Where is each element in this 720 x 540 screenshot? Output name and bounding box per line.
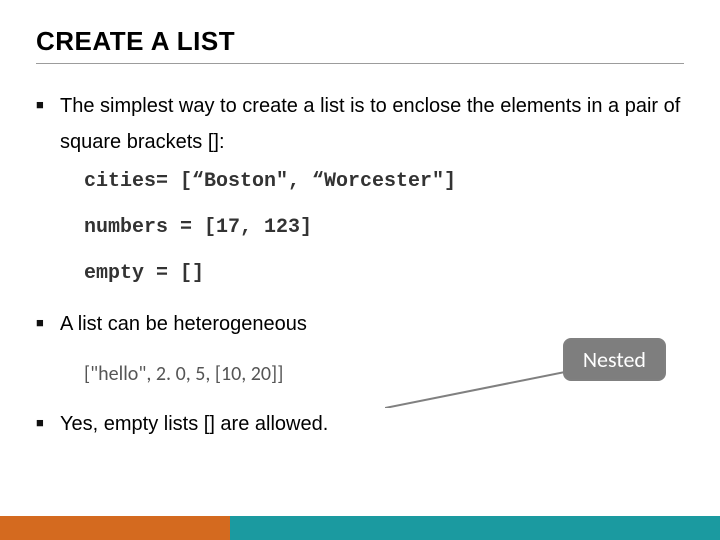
callout-nested: Nested	[563, 338, 666, 381]
bullet-text-1: The simplest way to create a list is to …	[60, 95, 680, 153]
bullet-text-2: A list can be heterogeneous	[60, 313, 307, 335]
callout-label: Nested	[563, 338, 666, 381]
footer-bar	[0, 516, 720, 540]
bullet-text-3: Yes, empty lists [] are allowed.	[60, 413, 328, 435]
bullet-item-3: Yes, empty lists [] are allowed.	[36, 406, 684, 442]
bullet-list: The simplest way to create a list is to …	[36, 88, 684, 442]
bullet-item-1: The simplest way to create a list is to …	[36, 88, 684, 288]
footer-accent-teal	[230, 516, 720, 540]
code-line-1: cities= [“Boston", “Worcester"]	[84, 168, 684, 196]
code-block: cities= [“Boston", “Worcester"] numbers …	[84, 168, 684, 288]
slide: CREATE A LIST The simplest way to create…	[0, 0, 720, 540]
code-line-2: numbers = [17, 123]	[84, 214, 684, 242]
slide-title: CREATE A LIST	[36, 26, 684, 64]
code-line-3: empty = []	[84, 260, 684, 288]
footer-accent-orange	[0, 516, 230, 540]
